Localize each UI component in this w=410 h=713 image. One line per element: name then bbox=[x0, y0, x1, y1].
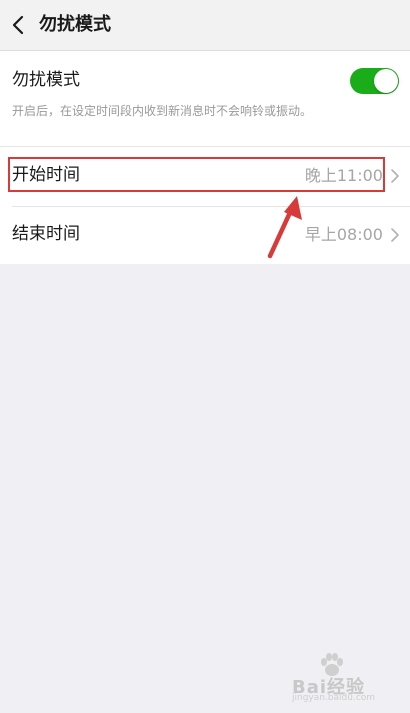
baidu-watermark: Bai经验 jingyan.baidu.com bbox=[290, 653, 400, 703]
dnd-toggle[interactable] bbox=[350, 68, 399, 94]
dnd-mode-label: 勿扰模式 bbox=[12, 70, 80, 90]
chevron-right-icon bbox=[391, 169, 399, 183]
end-time-label: 结束时间 bbox=[12, 224, 80, 244]
divider bbox=[0, 146, 410, 147]
highlight-box bbox=[8, 157, 385, 192]
watermark-subtext: jingyan.baidu.com bbox=[292, 693, 376, 703]
page-title: 勿扰模式 bbox=[39, 14, 111, 35]
dnd-description: 开启后，在设定时间段内收到新消息时不会响铃或振动。 bbox=[12, 104, 313, 118]
back-arrow-icon[interactable] bbox=[8, 13, 30, 37]
end-time-value: 早上08:00 bbox=[304, 225, 383, 244]
end-time-row[interactable]: 结束时间 早上08:00 bbox=[0, 207, 410, 264]
toggle-knob bbox=[374, 69, 398, 93]
red-arrow-icon bbox=[267, 196, 302, 259]
top-bar: 勿扰模式 bbox=[0, 0, 410, 51]
chevron-right-icon bbox=[391, 228, 399, 242]
